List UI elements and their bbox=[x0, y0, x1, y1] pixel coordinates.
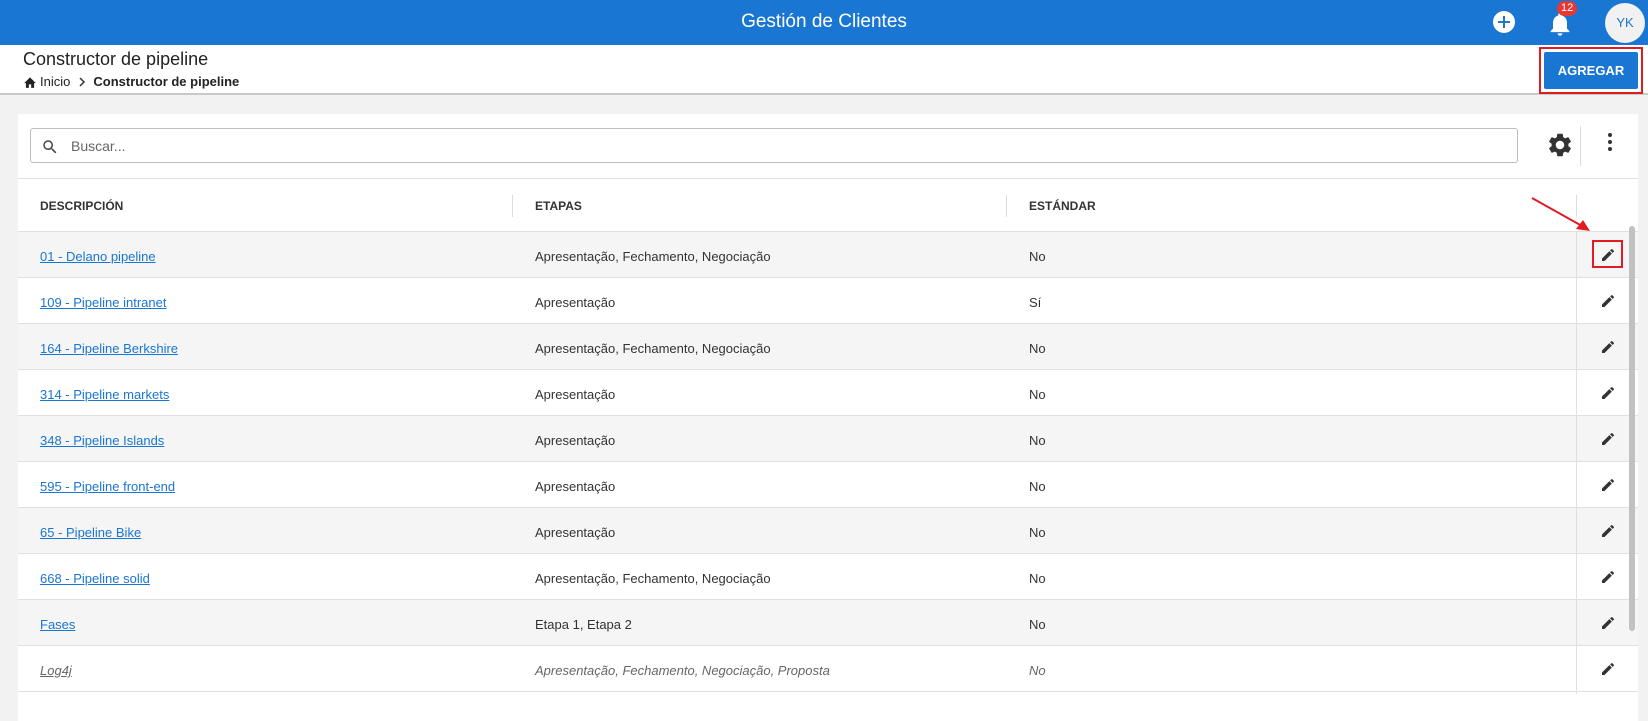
search-input[interactable] bbox=[71, 133, 1471, 158]
home-icon bbox=[24, 76, 36, 88]
pipeline-standard-cell: No bbox=[1029, 479, 1046, 494]
pipeline-stages-cell: Apresentação bbox=[535, 479, 616, 494]
pipeline-stages-cell: Apresentação, Fechamento, Negociação bbox=[535, 341, 771, 356]
table-row[interactable]: 164 - Pipeline Berkshire Apresentação, Fe… bbox=[18, 324, 1638, 372]
pipeline-table-card: DESCRIPCIÓN ETAPAS ESTÁNDAR 01 - Delano … bbox=[18, 114, 1638, 721]
pipeline-stages-cell: Apresentação, Fechamento, Negociação, Pr… bbox=[535, 663, 830, 678]
pencil-icon[interactable] bbox=[1600, 385, 1616, 401]
toolbar-divider bbox=[1580, 126, 1581, 166]
pipeline-stages-cell: Apresentação bbox=[535, 525, 616, 540]
breadcrumb: Inicio Constructor de pipeline bbox=[23, 74, 239, 89]
column-header-descripcion[interactable]: DESCRIPCIÓN bbox=[40, 199, 123, 213]
pencil-icon[interactable] bbox=[1600, 293, 1616, 309]
top-app-bar: Gestión de Clientes 12 YK bbox=[0, 0, 1648, 45]
user-avatar[interactable]: YK bbox=[1605, 3, 1645, 43]
table-header: DESCRIPCIÓN ETAPAS ESTÁNDAR bbox=[18, 178, 1638, 232]
pencil-icon[interactable] bbox=[1600, 569, 1616, 585]
page-header: Constructor de pipeline Inicio Construct… bbox=[0, 45, 1648, 95]
notification-badge: 12 bbox=[1557, 1, 1578, 16]
table-row[interactable]: 314 - Pipeline markets Apresentação No bbox=[18, 370, 1638, 418]
pipeline-stages-cell: Apresentação, Fechamento, Negociação bbox=[535, 249, 771, 264]
pipeline-description-link[interactable]: 01 - Delano pipeline bbox=[40, 249, 156, 264]
app-title: Gestión de Clientes bbox=[741, 11, 907, 32]
pipeline-description-link[interactable]: 314 - Pipeline markets bbox=[40, 387, 169, 402]
pipeline-stages-cell: Apresentação bbox=[535, 295, 616, 310]
pipeline-description-link[interactable]: 668 - Pipeline solid bbox=[40, 571, 150, 586]
pipeline-description-link[interactable]: Fases bbox=[40, 617, 75, 632]
pipeline-description-link[interactable]: 164 - Pipeline Berkshire bbox=[40, 341, 178, 356]
column-separator bbox=[1006, 195, 1007, 217]
pipeline-description-link[interactable]: 595 - Pipeline front-end bbox=[40, 479, 175, 494]
table-row[interactable]: 65 - Pipeline Bike Apresentação No bbox=[18, 508, 1638, 556]
table-row[interactable]: 348 - Pipeline Islands Apresentação No bbox=[18, 416, 1638, 464]
pencil-icon[interactable] bbox=[1600, 339, 1616, 355]
pipeline-stages-cell: Apresentação bbox=[535, 387, 616, 402]
pencil-icon[interactable] bbox=[1600, 615, 1616, 631]
pipeline-standard-cell: No bbox=[1029, 663, 1046, 678]
table-row[interactable]: Fases Etapa 1, Etapa 2 No bbox=[18, 600, 1638, 648]
pipeline-standard-cell: No bbox=[1029, 433, 1046, 448]
chevron-right-icon bbox=[79, 76, 86, 87]
search-box bbox=[30, 128, 1518, 163]
breadcrumb-current: Constructor de pipeline bbox=[93, 74, 240, 89]
pipeline-description-link[interactable]: Log4j bbox=[40, 663, 72, 678]
table-row[interactable]: 595 - Pipeline front-end Apresentação No bbox=[18, 462, 1638, 510]
pipeline-stages-cell: Apresentação bbox=[535, 433, 616, 448]
column-separator bbox=[512, 195, 513, 217]
annotation-arrow-icon bbox=[1531, 197, 1590, 231]
pipeline-description-link[interactable]: 109 - Pipeline intranet bbox=[40, 295, 166, 310]
pencil-icon[interactable] bbox=[1600, 661, 1616, 677]
pencil-icon[interactable] bbox=[1600, 431, 1616, 447]
page-title: Constructor de pipeline bbox=[23, 49, 209, 69]
pipeline-standard-cell: No bbox=[1029, 249, 1046, 264]
pipeline-standard-cell: Sí bbox=[1029, 295, 1042, 310]
column-header-estandar[interactable]: ESTÁNDAR bbox=[1029, 199, 1096, 213]
pencil-icon[interactable] bbox=[1600, 523, 1616, 539]
gear-icon[interactable] bbox=[1546, 131, 1574, 159]
pipeline-description-link[interactable]: 348 - Pipeline Islands bbox=[40, 433, 164, 448]
search-icon bbox=[43, 140, 57, 154]
table-row[interactable]: 109 - Pipeline intranet Apresentação Sí bbox=[18, 278, 1638, 326]
plus-circle-icon[interactable] bbox=[1493, 11, 1515, 33]
pipeline-description-link[interactable]: 65 - Pipeline Bike bbox=[40, 525, 141, 540]
pipeline-standard-cell: No bbox=[1029, 571, 1046, 586]
scrollbar-thumb[interactable] bbox=[1629, 226, 1635, 631]
pencil-icon[interactable] bbox=[1600, 477, 1616, 493]
pipeline-standard-cell: No bbox=[1029, 525, 1046, 540]
pipeline-standard-cell: No bbox=[1029, 341, 1046, 356]
add-button[interactable]: AGREGAR bbox=[1544, 52, 1638, 89]
table-row[interactable]: 668 - Pipeline solid Apresentação, Fecham… bbox=[18, 554, 1638, 602]
breadcrumb-home-link[interactable]: Inicio bbox=[40, 74, 70, 89]
pipeline-standard-cell: No bbox=[1029, 387, 1046, 402]
more-vert-icon[interactable] bbox=[1606, 133, 1614, 157]
pipeline-standard-cell: No bbox=[1029, 617, 1046, 632]
column-header-etapas[interactable]: ETAPAS bbox=[535, 199, 582, 213]
pipeline-stages-cell: Apresentação, Fechamento, Negociação bbox=[535, 571, 771, 586]
pipeline-stages-cell: Etapa 1, Etapa 2 bbox=[535, 617, 632, 632]
table-row[interactable]: 01 - Delano pipeline Apresentação, Fecham… bbox=[18, 232, 1638, 280]
table-row[interactable]: Log4j Apresentação, Fechamento, Negociaçã… bbox=[18, 646, 1638, 694]
